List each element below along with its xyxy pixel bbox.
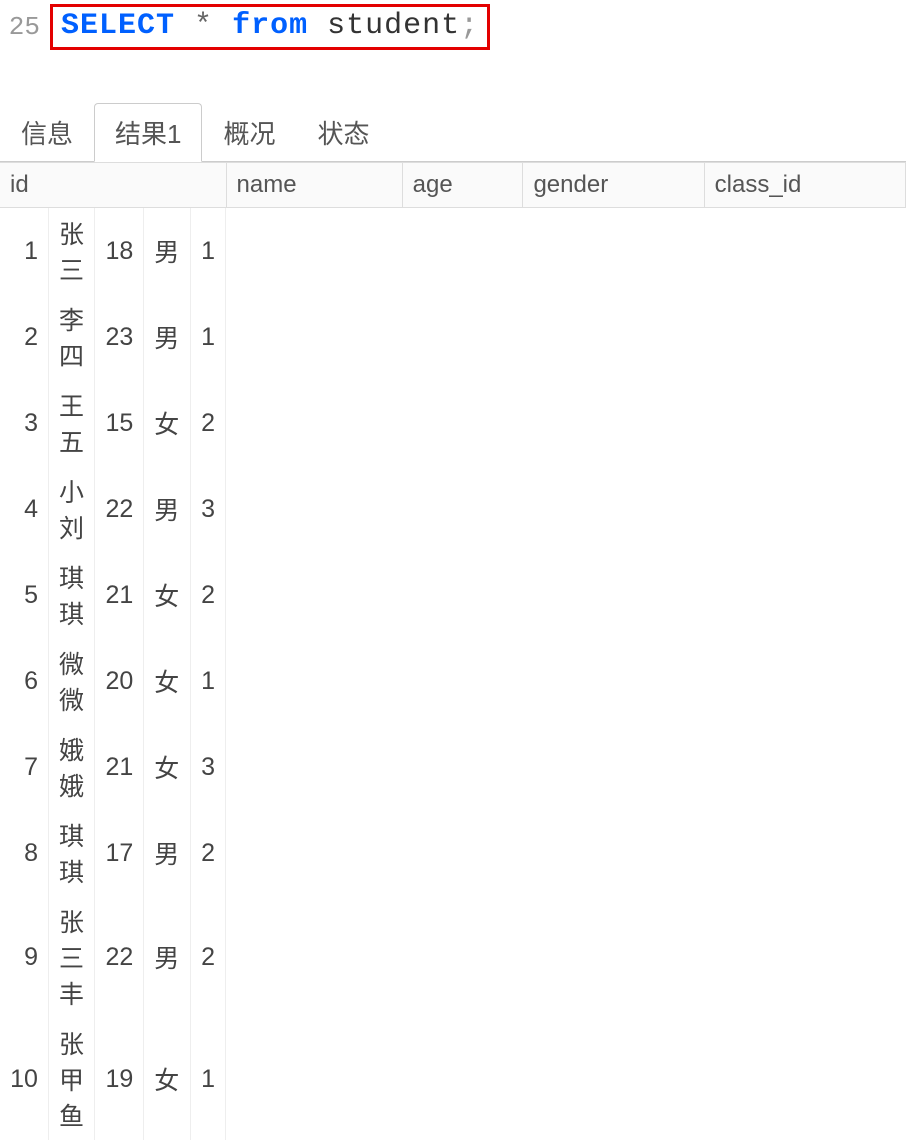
cell-gender[interactable]: 男 [144,294,190,380]
cell-gender[interactable]: 男 [144,466,190,552]
tab-status[interactable]: 状态 [297,103,391,162]
table-row[interactable]: 7娥娥21女3 [0,724,226,810]
cell-class-id[interactable]: 2 [190,380,225,466]
col-header-class-id[interactable]: class_id [704,163,905,208]
cell-id[interactable]: 8 [0,810,48,896]
table-row[interactable]: 5琪琪21女2 [0,552,226,638]
cell-id[interactable]: 10 [0,1018,48,1140]
grid-header-row: id name age gender class_id [0,163,906,208]
cell-class-id[interactable]: 2 [190,810,225,896]
sql-star: * [194,9,213,43]
cell-name[interactable]: 李四 [48,294,94,380]
cell-id[interactable]: 2 [0,294,48,380]
tab-info[interactable]: 信息 [0,103,94,162]
tab-profile[interactable]: 概况 [202,103,296,162]
cell-gender[interactable]: 男 [144,208,190,294]
cell-name[interactable]: 王五 [48,380,94,466]
cell-age[interactable]: 15 [95,380,144,466]
cell-gender[interactable]: 女 [144,724,190,810]
table-row[interactable]: 2李四23男1 [0,294,226,380]
cell-age[interactable]: 18 [95,208,144,294]
cell-gender[interactable]: 女 [144,638,190,724]
cell-id[interactable]: 9 [0,896,48,1018]
cell-name[interactable]: 微微 [48,638,94,724]
cell-class-id[interactable]: 3 [190,724,225,810]
cell-gender[interactable]: 女 [144,1018,190,1140]
table-row[interactable]: 3王五15女2 [0,380,226,466]
sql-table-name: student [327,9,460,43]
sql-editor-row: 25 SELECT * from student; [0,0,906,54]
table-row[interactable]: 4小刘22男3 [0,466,226,552]
cell-age[interactable]: 20 [95,638,144,724]
cell-id[interactable]: 4 [0,466,48,552]
table-row[interactable]: 1张三18男1 [0,208,226,294]
sql-semicolon: ; [460,9,479,43]
cell-class-id[interactable]: 1 [190,1018,225,1140]
cell-name[interactable]: 娥娥 [48,724,94,810]
cell-age[interactable]: 23 [95,294,144,380]
tab-result1[interactable]: 结果1 [94,103,202,162]
cell-gender[interactable]: 男 [144,810,190,896]
cell-age[interactable]: 22 [95,896,144,1018]
col-header-name[interactable]: name [226,163,402,208]
cell-age[interactable]: 19 [95,1018,144,1140]
table-row[interactable]: 9张三丰22男2 [0,896,226,1018]
result-tabs: 信息 结果1 概况 状态 [0,102,906,162]
cell-class-id[interactable]: 1 [190,208,225,294]
result-grid[interactable]: id name age gender class_id 1张三18男12李四23… [0,162,906,1140]
cell-age[interactable]: 21 [95,724,144,810]
cell-name[interactable]: 琪琪 [48,552,94,638]
cell-class-id[interactable]: 3 [190,466,225,552]
cell-age[interactable]: 17 [95,810,144,896]
col-header-age[interactable]: age [402,163,523,208]
table-row[interactable]: 10张甲鱼19女1 [0,1018,226,1140]
cell-id[interactable]: 6 [0,638,48,724]
cell-name[interactable]: 张三丰 [48,896,94,1018]
cell-id[interactable]: 1 [0,208,48,294]
sql-statement-highlight[interactable]: SELECT * from student; [50,4,490,50]
cell-class-id[interactable]: 2 [190,896,225,1018]
line-number: 25 [0,12,50,42]
col-header-id[interactable]: id [0,163,226,208]
cell-class-id[interactable]: 1 [190,294,225,380]
cell-age[interactable]: 22 [95,466,144,552]
cell-id[interactable]: 7 [0,724,48,810]
cell-gender[interactable]: 男 [144,896,190,1018]
cell-class-id[interactable]: 1 [190,638,225,724]
cell-gender[interactable]: 女 [144,552,190,638]
cell-name[interactable]: 张三 [48,208,94,294]
cell-name[interactable]: 琪琪 [48,810,94,896]
cell-gender[interactable]: 女 [144,380,190,466]
table-row[interactable]: 6微微20女1 [0,638,226,724]
cell-id[interactable]: 5 [0,552,48,638]
sql-keyword-from: from [232,9,308,43]
cell-age[interactable]: 21 [95,552,144,638]
cell-name[interactable]: 小刘 [48,466,94,552]
table-row[interactable]: 8琪琪17男2 [0,810,226,896]
sql-keyword-select: SELECT [61,9,175,43]
cell-name[interactable]: 张甲鱼 [48,1018,94,1140]
cell-id[interactable]: 3 [0,380,48,466]
col-header-gender[interactable]: gender [523,163,704,208]
cell-class-id[interactable]: 2 [190,552,225,638]
